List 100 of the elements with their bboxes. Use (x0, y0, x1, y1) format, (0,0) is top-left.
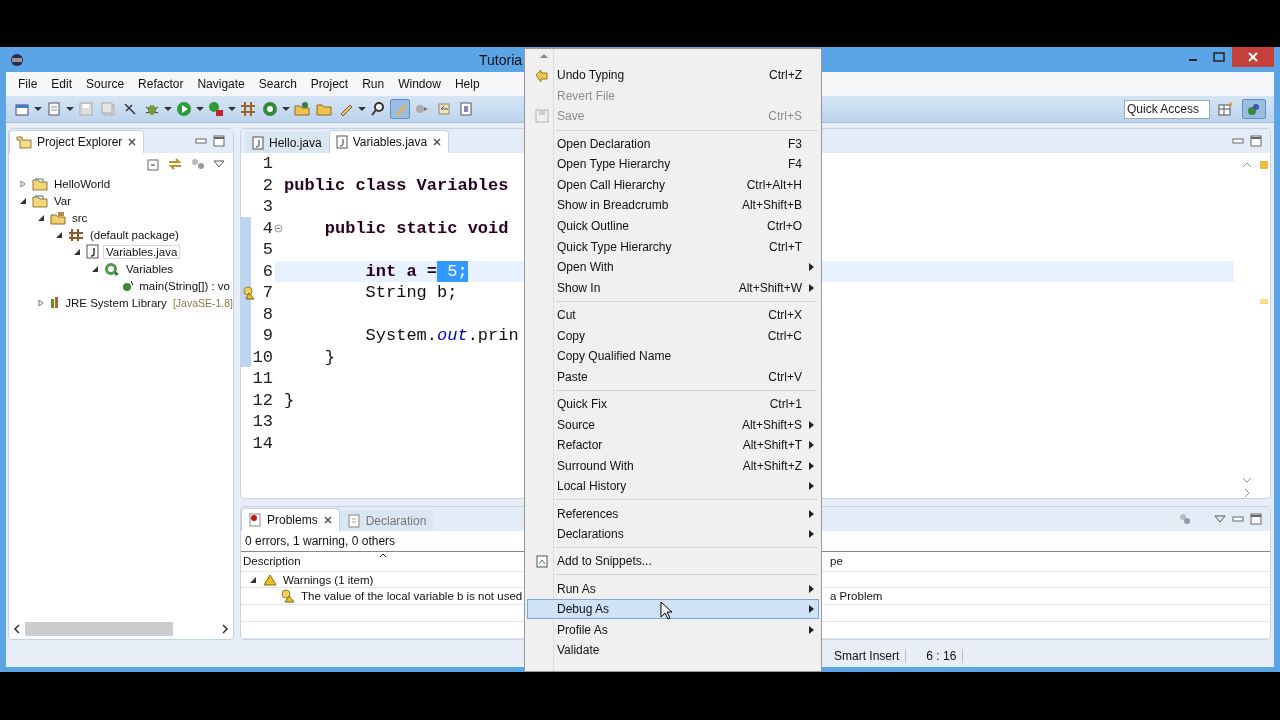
maximize-view-icon[interactable] (1250, 135, 1262, 147)
open-perspective-icon[interactable] (1218, 101, 1234, 117)
tree-item[interactable]: Var (51, 193, 75, 208)
menu-item[interactable]: Debug As (527, 598, 819, 620)
menu-item[interactable]: Quick Fix Ctrl+1 (527, 393, 819, 415)
editor-tab[interactable]: Variables.java (328, 130, 450, 153)
menu-item[interactable]: Run As (527, 578, 819, 599)
menu-item[interactable]: Show In Alt+Shift+W (527, 277, 819, 299)
menu-item[interactable]: Navigate (190, 77, 252, 91)
menu-item[interactable]: Paste Ctrl+V (527, 366, 819, 388)
tree-item[interactable]: JRE System Library (62, 295, 170, 310)
collapse-arrow[interactable] (91, 264, 99, 273)
view-tab[interactable]: Declaration (339, 510, 434, 531)
close-button[interactable] (1232, 47, 1274, 67)
menu-item[interactable]: Surround With Alt+Shift+Z (527, 455, 819, 477)
tree-item[interactable]: src (69, 210, 91, 225)
scroll-right-icon[interactable] (221, 624, 229, 634)
warning-marker[interactable] (1260, 161, 1268, 169)
menu-item[interactable]: Profile As (527, 619, 819, 640)
caret-icon[interactable] (228, 106, 236, 112)
new-window-icon[interactable] (14, 101, 30, 117)
close-icon[interactable] (322, 515, 333, 525)
tree-item[interactable]: Variables.java (103, 244, 181, 259)
menu-item[interactable]: Project (303, 77, 356, 91)
caret-icon[interactable] (196, 106, 204, 112)
menu-item[interactable]: Window (391, 77, 448, 91)
caret-icon[interactable] (66, 106, 74, 112)
scroll-up-icon[interactable] (1242, 161, 1252, 169)
column-header[interactable]: Description (241, 555, 301, 568)
menu-item[interactable]: Copy Qualified Name (527, 345, 819, 367)
menu-item[interactable]: Help (447, 77, 487, 91)
expand-arrow[interactable] (19, 179, 27, 188)
editor-tab[interactable]: Hello.java (245, 132, 329, 153)
tree-item[interactable]: main(String[]) : vo (136, 278, 233, 293)
menu-item[interactable]: Local History (527, 476, 819, 497)
collapse-fold-icon[interactable] (274, 223, 283, 233)
java-perspective-icon[interactable] (1246, 101, 1262, 117)
menu-item[interactable]: Show in Breadcrumb Alt+Shift+B (527, 195, 819, 216)
menu-item[interactable]: Add to Snippets... (527, 551, 819, 572)
link-icon[interactable] (167, 157, 183, 171)
package-icon[interactable] (240, 101, 256, 117)
folder-icon[interactable] (316, 101, 332, 117)
menu-item[interactable]: Open Declaration F3 (527, 133, 819, 154)
caret-icon[interactable] (358, 106, 366, 112)
app-icon[interactable] (10, 52, 24, 67)
view-tab[interactable]: Project Explorer (9, 130, 145, 153)
page-icon[interactable] (458, 101, 474, 117)
menu-item[interactable]: Refactor Alt+Shift+T (527, 434, 819, 456)
menu-item[interactable]: Copy Ctrl+C (527, 325, 819, 346)
menu-item[interactable]: Quick Outline Ctrl+O (527, 215, 819, 237)
menu-item[interactable]: File (11, 77, 45, 91)
maximize-view-icon[interactable] (213, 135, 225, 147)
run-icon[interactable] (176, 101, 192, 117)
menu-item[interactable]: Cut Ctrl+X (527, 304, 819, 326)
sort-caret-icon[interactable] (379, 553, 387, 559)
warning-icon[interactable] (243, 285, 255, 300)
tree-item[interactable]: Variables (123, 261, 177, 276)
minimize-view-icon[interactable] (1232, 138, 1244, 144)
focus-icon[interactable] (189, 157, 207, 171)
scroll-up-icon[interactable] (539, 53, 549, 59)
menu-item[interactable]: References (527, 503, 819, 524)
collapse-all-icon[interactable] (147, 157, 161, 171)
menu-item[interactable]: Open With (527, 256, 819, 278)
menu-item[interactable]: Search (251, 77, 304, 91)
scroll-left-icon[interactable] (13, 624, 21, 634)
menu-item[interactable]: Edit (44, 77, 80, 91)
scrollbar-thumb[interactable] (25, 622, 173, 636)
menu-item[interactable]: Quick Type Hierarchy Ctrl+T (527, 236, 819, 257)
view-menu-icon[interactable] (213, 160, 225, 168)
scroll-down-icon[interactable] (1242, 476, 1252, 484)
external-run-icon[interactable] (208, 101, 224, 117)
close-icon[interactable] (127, 137, 138, 147)
minimize-view-icon[interactable] (195, 138, 207, 144)
menu-item[interactable]: Validate (527, 640, 819, 661)
menu-item[interactable]: Open Call Hierarchy Ctrl+Alt+H (527, 174, 819, 196)
column-header[interactable]: pe (828, 555, 1270, 568)
maximize-icon[interactable] (1213, 52, 1225, 62)
warning-marker[interactable] (1260, 299, 1268, 304)
caret-icon[interactable] (282, 106, 290, 112)
collapse-arrow[interactable] (55, 230, 63, 239)
tree-item[interactable]: HelloWorld (51, 176, 114, 191)
menu-item[interactable]: Source (79, 77, 132, 91)
collapse-arrow[interactable] (37, 213, 45, 222)
tree-item[interactable]: (default package) (87, 227, 182, 242)
collapse-arrow[interactable] (73, 247, 81, 256)
menu-item[interactable]: Refactor (131, 77, 191, 91)
focus-icon[interactable] (1178, 513, 1192, 525)
open-folder-icon[interactable] (294, 101, 310, 117)
expand-arrow[interactable] (37, 298, 45, 307)
view-menu-icon[interactable] (1214, 515, 1226, 523)
menu-item[interactable]: Undo Typing Ctrl+Z (527, 65, 819, 86)
collapse-arrow[interactable] (19, 196, 27, 205)
menu-item[interactable]: Open Type Hierarchy F4 (527, 153, 819, 175)
caret-icon[interactable] (34, 106, 42, 112)
collapse-arrow[interactable] (249, 575, 257, 584)
close-icon[interactable] (432, 137, 443, 147)
quick-access-field[interactable]: Quick Access (1124, 99, 1210, 119)
menu-item[interactable]: Run (355, 77, 392, 91)
menu-item[interactable]: Source Alt+Shift+S (527, 414, 819, 435)
search-icon[interactable] (370, 101, 386, 117)
